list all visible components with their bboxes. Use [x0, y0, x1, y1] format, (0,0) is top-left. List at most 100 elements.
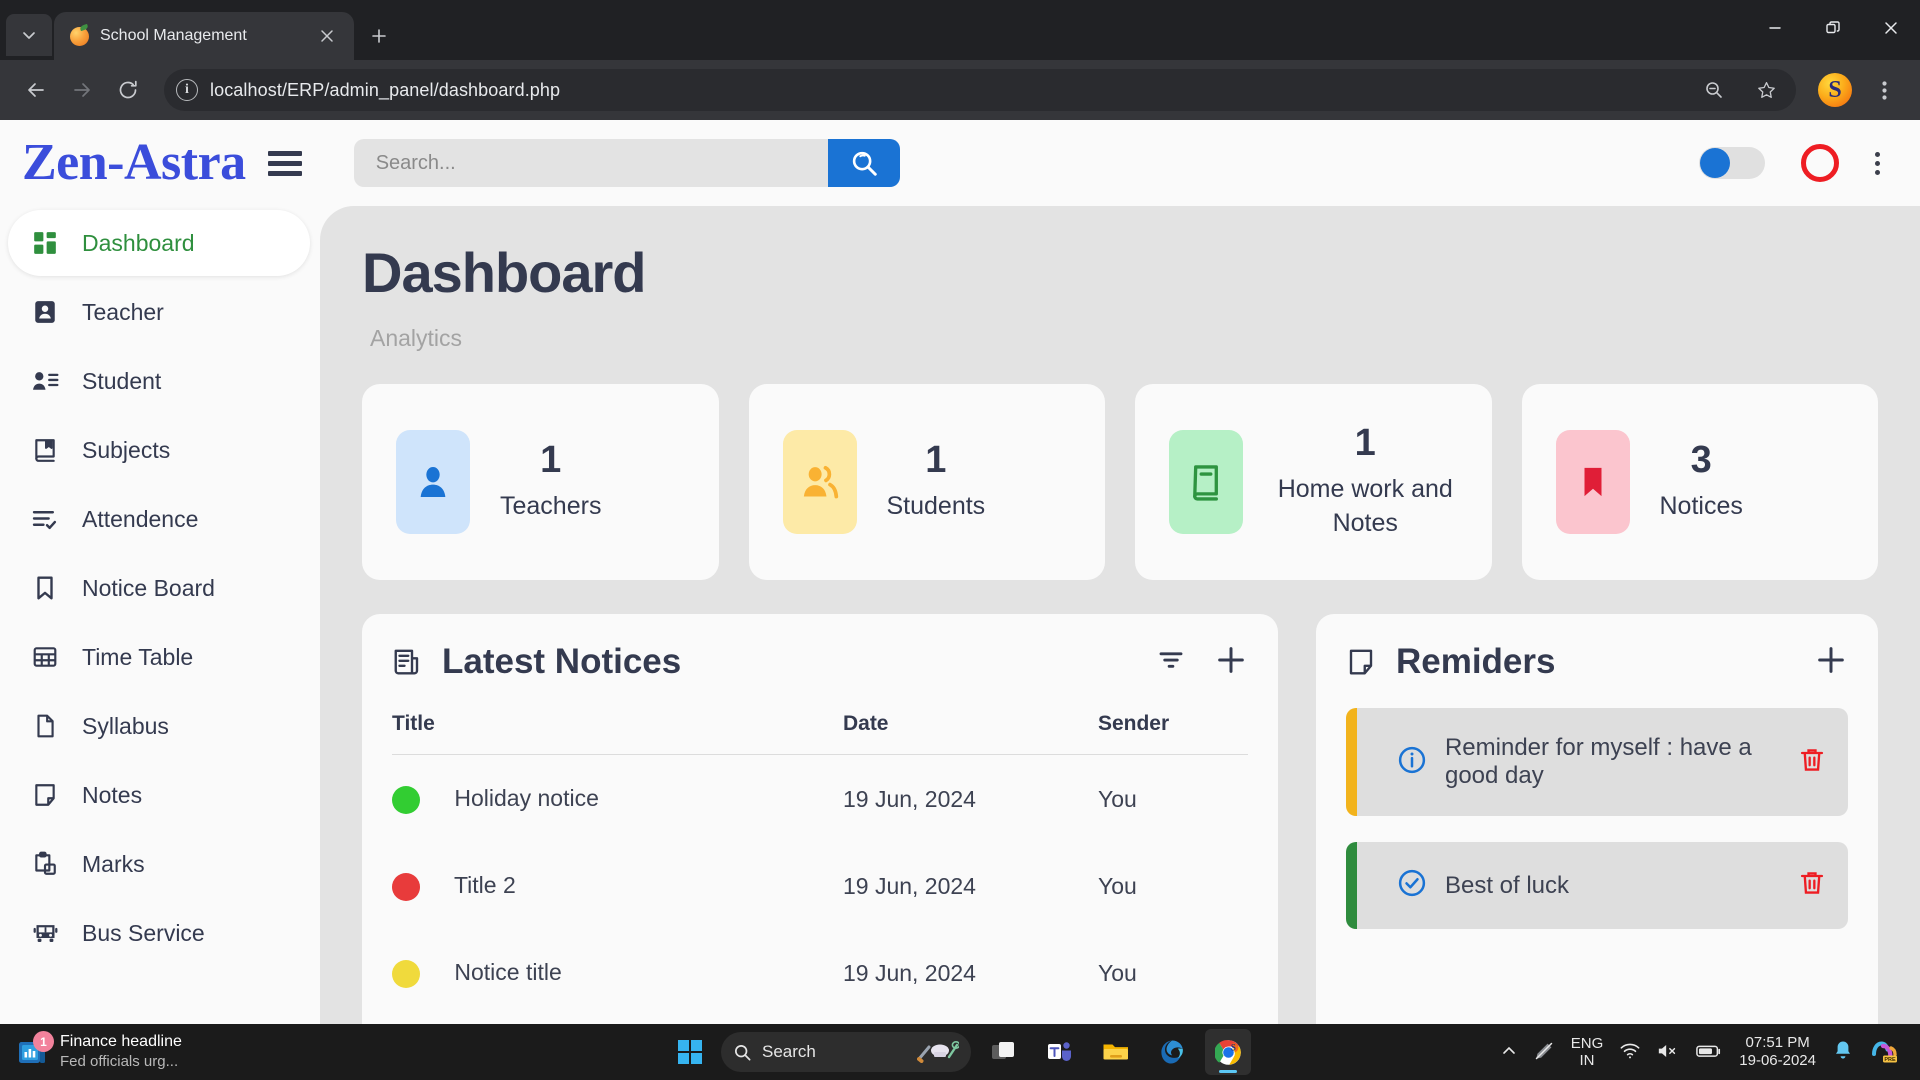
table-row[interactable]: Holiday notice 19 Jun, 2024 You [392, 755, 1248, 842]
user-avatar-ring[interactable] [1801, 144, 1839, 182]
zoom-out-button[interactable] [1694, 70, 1734, 110]
info-icon [1397, 745, 1427, 780]
plus-icon [1218, 646, 1244, 673]
notifications-button[interactable] [1833, 1040, 1853, 1064]
teams-icon [1048, 1042, 1071, 1061]
sidebar-item-syllabus[interactable]: Syllabus [8, 693, 310, 759]
pen-muted-button[interactable] [1534, 1041, 1554, 1064]
search-icon [734, 1044, 751, 1060]
panel-title: Remiders [1395, 642, 1556, 681]
sidebar-item-notes[interactable]: Notes [8, 762, 310, 828]
teams-button[interactable] [1037, 1029, 1083, 1075]
stat-card-teachers[interactable]: 1 Teachers [362, 384, 719, 580]
stat-card-students[interactable]: 1 Students [748, 384, 1105, 580]
bookmark-star-button[interactable] [1746, 70, 1786, 110]
address-bar[interactable]: i localhost/ERP/admin_panel/dashboard.ph… [164, 69, 1796, 111]
delete-reminder-button[interactable] [1798, 869, 1826, 902]
back-button[interactable] [16, 70, 56, 110]
taskbar-search[interactable]: Search [721, 1032, 971, 1072]
reload-button[interactable] [108, 70, 148, 110]
clock[interactable]: 07:51 PM 19-06-2024 [1739, 1034, 1816, 1070]
stat-value: 3 [1690, 439, 1712, 482]
add-reminder-button[interactable] [1814, 643, 1848, 682]
volume-muted-button[interactable] [1657, 1042, 1679, 1063]
edge-button[interactable] [1149, 1029, 1195, 1075]
chrome-icon: S [1214, 1039, 1241, 1065]
sidebar-item-label: Marks [82, 850, 145, 877]
notice-sender: You [1097, 785, 1137, 812]
plus-icon [1818, 646, 1844, 673]
theme-toggle-switch[interactable] [1699, 147, 1765, 179]
notice-title-cell: Title 2 [392, 842, 843, 929]
sidebar-item-time-table[interactable]: Time Table [8, 624, 310, 690]
file-explorer-button[interactable] [1093, 1029, 1139, 1075]
tab-favicon-icon [70, 26, 89, 46]
battery-button[interactable] [1696, 1043, 1722, 1062]
tab-close-button[interactable] [312, 21, 342, 51]
sidebar-item-dashboard[interactable]: Dashboard [8, 210, 310, 276]
star-icon [1757, 81, 1775, 98]
sidebar-item-marks[interactable]: Marks [8, 831, 310, 897]
wifi-button[interactable] [1620, 1042, 1640, 1063]
chrome-button[interactable]: S [1205, 1029, 1251, 1075]
sidebar-item-teacher[interactable]: Teacher [8, 279, 310, 345]
browser-tab[interactable]: School Management [54, 12, 354, 60]
stat-card-homework-notes[interactable]: 1 Home work and Notes [1135, 384, 1492, 580]
app-body: Dashboard Teacher Student Subjects Atten… [0, 206, 1920, 1024]
app-logo[interactable]: Zen-Astra [22, 137, 246, 189]
sidebar-toggle-button[interactable] [267, 150, 302, 176]
profile-avatar[interactable]: S [1818, 73, 1852, 107]
header-menu-button[interactable] [1875, 151, 1880, 175]
file-explorer-icon [1103, 1044, 1128, 1060]
copilot-button[interactable]: PRE [1870, 1038, 1900, 1067]
stat-text: 1 Students [886, 439, 986, 524]
forward-button[interactable] [62, 70, 102, 110]
language-indicator[interactable]: ENG IN [1571, 1035, 1604, 1070]
site-info-icon[interactable]: i [176, 79, 198, 101]
reminder-item[interactable]: Best of luck [1345, 842, 1848, 929]
stat-value: 1 [540, 439, 562, 482]
sidebar-item-label: Notice Board [82, 574, 215, 601]
new-tab-button[interactable] [364, 21, 394, 51]
window-controls [1746, 0, 1920, 56]
maximize-restore-button[interactable] [1804, 0, 1862, 56]
task-view-button[interactable] [981, 1029, 1027, 1075]
reminder-text: Reminder for myself : have a good day [1444, 734, 1752, 789]
add-notice-button[interactable] [1214, 643, 1248, 682]
sidebar-item-bus-service[interactable]: Bus Service [8, 900, 310, 966]
sidebar-item-subjects[interactable]: Subjects [8, 417, 310, 483]
filter-button[interactable] [1156, 645, 1186, 680]
stat-label: Students [886, 492, 986, 521]
minimize-button[interactable] [1746, 0, 1804, 56]
stat-label: Teachers [500, 492, 602, 521]
chevron-down-icon [23, 32, 35, 39]
page-title: Dashboard [362, 241, 647, 304]
notice-date: 19 Jun, 2024 [842, 785, 976, 812]
status-dot [392, 785, 420, 814]
stat-card-notices[interactable]: 3 Notices [1521, 384, 1878, 580]
note-icon [1346, 647, 1376, 677]
tray-expand-button[interactable] [1501, 1043, 1517, 1062]
reminder-item[interactable]: Reminder for myself : have a good day [1345, 708, 1848, 816]
browser-menu-button[interactable] [1864, 70, 1904, 110]
sidebar-item-attendence[interactable]: Attendence [8, 486, 310, 552]
sidebar-item-label: Bus Service [82, 919, 205, 946]
person-badge-icon [30, 297, 60, 327]
sidebar-item-student[interactable]: Student [8, 348, 310, 414]
search-button[interactable] [827, 139, 900, 187]
arrow-right-icon [74, 83, 90, 97]
start-button[interactable] [669, 1031, 711, 1073]
table-body: Holiday notice 19 Jun, 2024 You Title 2 [392, 755, 1248, 1016]
stat-text: 1 Teachers [500, 439, 602, 524]
close-window-button[interactable] [1862, 0, 1920, 56]
news-widget[interactable]: 1 Finance headline Fed officials urg... [8, 1031, 182, 1072]
person-list-icon [30, 366, 60, 396]
notice-title: Title 2 [453, 871, 516, 898]
delete-reminder-button[interactable] [1798, 746, 1826, 779]
search-input[interactable] [353, 139, 828, 187]
table-row[interactable]: Title 2 19 Jun, 2024 You [392, 842, 1248, 929]
table-row[interactable]: Notice title 19 Jun, 2024 You [392, 929, 1248, 1016]
sidebar-item-notice-board[interactable]: Notice Board [8, 555, 310, 621]
tab-search-dropdown-button[interactable] [6, 14, 52, 56]
bell-icon [1836, 1041, 1850, 1059]
